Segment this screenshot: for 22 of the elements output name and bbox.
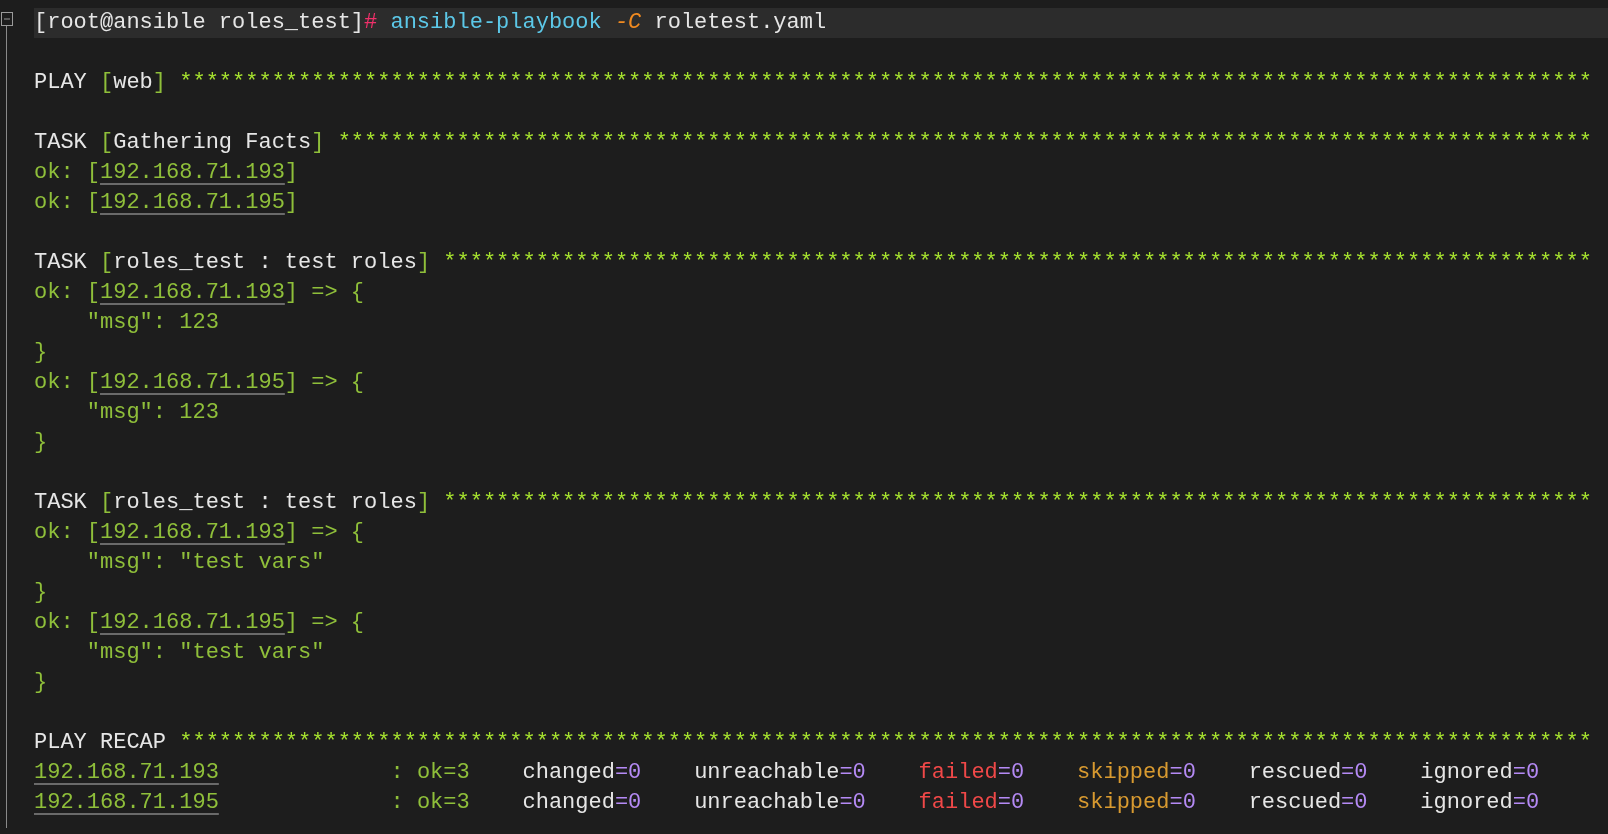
- terminal-line: ok: [192.168.71.195] => {: [34, 369, 366, 397]
- terminal-line: ok: [192.168.71.193]: [34, 159, 300, 187]
- terminal-line: }: [34, 669, 49, 697]
- terminal-line: PLAY RECAP ***********************************************************************************************************: [34, 729, 1593, 757]
- terminal-line: TASK [roles_test : test roles] ***************************************************************************************: [34, 489, 1593, 517]
- terminal-line: "msg": 123: [85, 309, 220, 337]
- terminal-line: ok: [192.168.71.193] => {: [34, 279, 366, 307]
- terminal-line: TASK [roles_test : test roles] ***************************************************************************************: [34, 249, 1593, 277]
- terminal-line: "msg": "test vars": [85, 549, 326, 577]
- terminal-line: }: [34, 339, 49, 367]
- terminal-line: ok: [192.168.71.195] => {: [34, 609, 366, 637]
- terminal-line: 192.168.71.193 : ok=3 changed=0 unreachable=0 failed=0 skipped=0 rescued=0 ignored=0: [34, 759, 1541, 787]
- terminal-line: 192.168.71.195 : ok=3 changed=0 unreachable=0 failed=0 skipped=0 rescued=0 ignored=0: [34, 789, 1541, 817]
- terminal-line: }: [34, 579, 49, 607]
- terminal-line: }: [34, 429, 49, 457]
- terminal-line: "msg": 123: [85, 399, 220, 427]
- terminal-line: "msg": "test vars": [85, 639, 326, 667]
- terminal-line: PLAY [web] ***********************************************************************************************************: [34, 69, 1593, 97]
- terminal-line: ok: [192.168.71.195]: [34, 189, 300, 217]
- terminal-line: ok: [192.168.71.193] => {: [34, 519, 366, 547]
- terminal-line: TASK [Gathering Facts] ***********************************************************************************************: [34, 129, 1593, 157]
- fold-icon[interactable]: [1, 12, 13, 26]
